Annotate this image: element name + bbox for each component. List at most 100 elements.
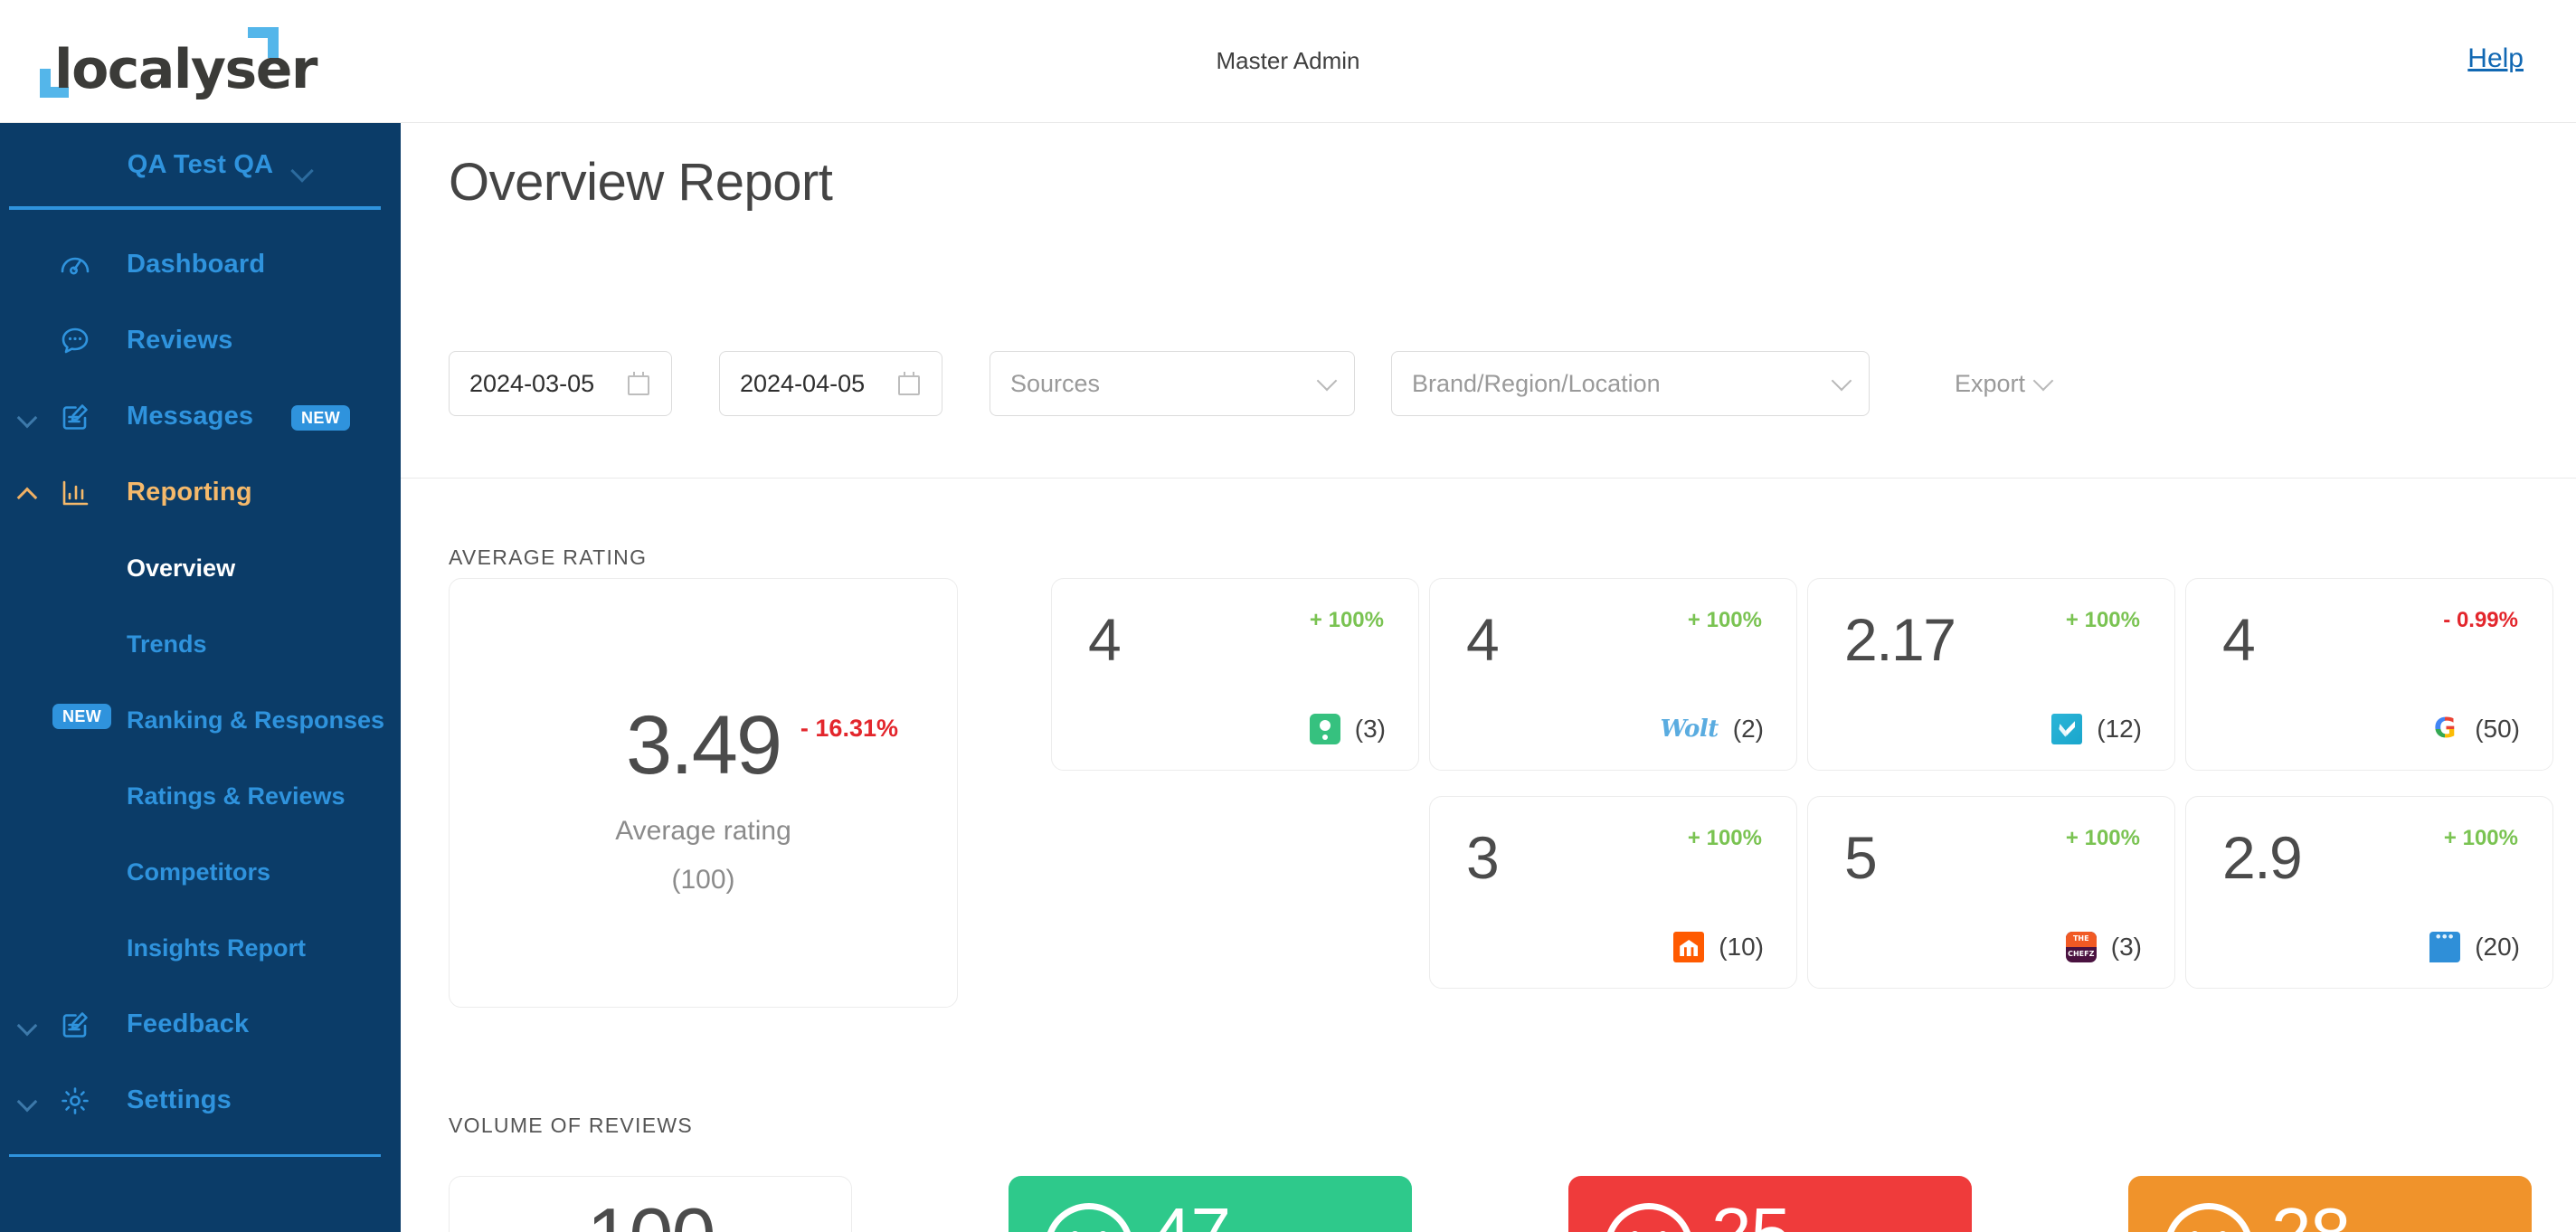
source-rating-value: 2.17 xyxy=(1844,606,1956,673)
sidebar-item-reporting[interactable]: Reporting xyxy=(0,454,401,530)
average-rating-count: (100) xyxy=(671,865,735,895)
brand-region-location-select[interactable]: Brand/Region/Location xyxy=(1391,351,1870,416)
source-rating-value: 4 xyxy=(2222,606,2256,673)
date-to-input[interactable]: 2024-04-05 xyxy=(719,351,942,416)
chefz-icon: THE CHEFZ xyxy=(2065,932,2097,962)
source-delta: + 100% xyxy=(1309,608,1384,632)
positive-reviews-text: 47 Positive reviews xyxy=(1151,1198,1333,1232)
source-review-count: (3) xyxy=(2110,933,2142,961)
source-footer: (20) xyxy=(2429,928,2520,962)
source-footer: (10) xyxy=(1673,932,1764,962)
source-delta: + 100% xyxy=(2065,608,2140,632)
source-delta: + 100% xyxy=(1687,826,1762,850)
page-title: Overview Report xyxy=(449,153,833,212)
source-card-google: 4 - 0.99% G (50) xyxy=(2185,578,2553,771)
source-review-count: (20) xyxy=(2475,933,2520,961)
sidebar-subitem-insights-report[interactable]: Insights Report xyxy=(0,910,401,986)
zomato-icon xyxy=(1309,714,1340,744)
negative-reviews-text: 25 Negative reviews xyxy=(1711,1198,1904,1232)
wolt-icon: Wolt xyxy=(1660,716,1719,743)
volume-section-label: VOLUME OF REVIEWS xyxy=(449,1114,694,1137)
gauge-icon xyxy=(56,246,94,284)
export-button[interactable]: Export xyxy=(1928,351,2077,416)
source-footer: (3) xyxy=(1309,714,1386,744)
export-label: Export xyxy=(1954,369,2026,397)
average-rating-delta: - 16.31% xyxy=(800,715,898,742)
top-bar: localyser Master Admin Help xyxy=(0,0,2576,123)
source-card-zomato: 4 + 100% (3) xyxy=(1051,578,1419,771)
google-icon: G xyxy=(2429,714,2460,744)
source-delta: + 100% xyxy=(2443,826,2518,850)
sidebar-subitem-label: Insights Report xyxy=(127,933,307,962)
source-footer: G (50) xyxy=(2429,714,2520,744)
account-name: QA Test QA xyxy=(127,149,274,179)
help-link[interactable]: Help xyxy=(2467,43,2524,74)
sidebar-item-label: Dashboard xyxy=(127,249,266,279)
bar-chart-icon xyxy=(56,474,94,512)
chevron-down-icon xyxy=(1316,370,1338,392)
source-footer: (12) xyxy=(2051,714,2142,744)
sidebar: QA Test QA Dashboard Reviews Messages NE… xyxy=(0,123,401,1232)
sidebar-subitem-competitors[interactable]: Competitors xyxy=(0,834,401,910)
sidebar-item-dashboard[interactable]: Dashboard xyxy=(0,226,401,302)
sidebar-item-label: Reviews xyxy=(127,325,233,355)
brand-select-value: Brand/Region/Location xyxy=(1412,369,1661,397)
chevron-down-icon xyxy=(16,1015,38,1037)
chevron-down-icon xyxy=(16,1091,38,1113)
main-content: Overview Report 2024-03-05 2024-04-05 So… xyxy=(401,123,2576,1232)
account-switcher[interactable]: QA Test QA xyxy=(0,123,401,206)
chat-bubble-icon xyxy=(56,322,94,360)
source-review-count: (50) xyxy=(2475,715,2520,743)
sidebar-item-label: Reporting xyxy=(127,477,252,507)
source-footer: Wolt (2) xyxy=(1660,714,1764,744)
frowny-face-icon xyxy=(1605,1203,1693,1232)
sidebar-item-label: Messages xyxy=(127,401,254,431)
chevron-down-icon xyxy=(1831,370,1852,392)
total-reviews-card: 100 Total reviews xyxy=(449,1176,852,1232)
chevron-down-icon xyxy=(290,159,314,183)
sidebar-item-messages[interactable]: Messages NEW xyxy=(0,378,401,454)
sidebar-subitem-label: Ratings & Reviews xyxy=(127,782,346,810)
positive-reviews-value: 47 xyxy=(1151,1198,1333,1232)
sidebar-item-label: Feedback xyxy=(127,1009,250,1038)
source-rating-value: 4 xyxy=(1466,606,1500,673)
date-from-value: 2024-03-05 xyxy=(469,369,595,397)
positive-reviews-card: 47 Positive reviews xyxy=(1009,1176,1412,1232)
average-rating-section-label: AVERAGE RATING xyxy=(449,545,648,569)
toolbar-separator xyxy=(401,478,2576,479)
new-badge: NEW xyxy=(52,704,112,729)
gear-icon xyxy=(56,1082,94,1120)
source-rating-value: 5 xyxy=(1844,824,1878,891)
source-review-count: (12) xyxy=(2097,715,2142,743)
sidebar-subitem-ranking-responses[interactable]: NEW Ranking & Responses xyxy=(0,682,401,758)
sidebar-subitem-label: Competitors xyxy=(127,858,271,886)
sidebar-item-reviews[interactable]: Reviews xyxy=(0,302,401,378)
sidebar-subitem-trends[interactable]: Trends xyxy=(0,606,401,682)
source-footer: THE CHEFZ (3) xyxy=(2065,932,2142,962)
sidebar-subitem-label: Ranking & Responses xyxy=(127,706,385,734)
source-card-chat: 2.9 + 100% (20) xyxy=(2185,796,2553,989)
sidebar-subitem-ratings-reviews[interactable]: Ratings & Reviews xyxy=(0,758,401,834)
deliveroo-icon xyxy=(2051,714,2083,744)
chevron-down-icon xyxy=(2032,370,2054,392)
source-card-deliveroo: 2.17 + 100% (12) xyxy=(1807,578,2175,771)
neutral-reviews-card: 28 Neutral reviews xyxy=(2128,1176,2532,1232)
sources-select[interactable]: Sources xyxy=(990,351,1355,416)
calendar-icon xyxy=(898,371,922,396)
sidebar-subitem-overview[interactable]: Overview xyxy=(0,530,401,606)
smiley-face-icon xyxy=(1045,1203,1133,1232)
source-rating-value: 3 xyxy=(1466,824,1500,891)
neutral-reviews-text: 28 Neutral reviews xyxy=(2271,1198,2446,1232)
source-delta: + 100% xyxy=(2065,826,2140,850)
sidebar-item-feedback[interactable]: Feedback xyxy=(0,986,401,1062)
chevron-down-icon xyxy=(16,407,38,429)
source-rating-value: 2.9 xyxy=(2222,824,2303,891)
feedback-icon xyxy=(56,1006,94,1044)
talabat-icon xyxy=(1673,932,1705,962)
sidebar-item-settings[interactable]: Settings xyxy=(0,1062,401,1138)
average-rating-value: 3.49 xyxy=(625,699,782,791)
source-review-count: (3) xyxy=(1354,715,1386,743)
date-from-input[interactable]: 2024-03-05 xyxy=(449,351,672,416)
chat-icon xyxy=(2429,928,2461,962)
new-badge: NEW xyxy=(291,405,351,431)
